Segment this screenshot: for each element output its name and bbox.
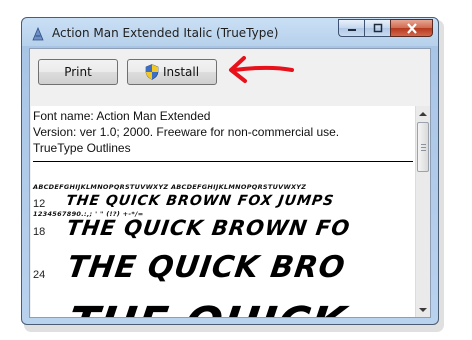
sample-row-24: 24 THE QUICK BRO	[31, 246, 415, 290]
grip-line	[421, 150, 426, 151]
font-file-icon	[32, 27, 44, 41]
chevron-up-icon	[419, 111, 427, 116]
sample-size-label: 24	[33, 269, 46, 281]
sample-text: THE QUICK	[65, 298, 349, 317]
minimize-button[interactable]	[338, 19, 364, 37]
vertical-scrollbar[interactable]	[415, 106, 430, 317]
sample-row-36: THE QUICK	[31, 292, 415, 317]
print-button[interactable]: Print	[38, 59, 118, 85]
toolbar: Print Install	[30, 49, 430, 106]
caption-buttons	[338, 19, 433, 38]
scroll-thumb[interactable]	[417, 122, 429, 172]
outline-type-line: TrueType Outlines	[33, 141, 131, 155]
sample-text: THE QUICK BROWN FO	[65, 216, 352, 240]
maximize-button[interactable]	[364, 19, 390, 37]
client-area: Print Install Font name: Action Man Exte…	[29, 48, 431, 318]
grip-line	[421, 147, 426, 148]
window-title: Action Man Extended Italic (TrueType)	[52, 26, 279, 40]
sample-size-label: 12	[33, 198, 46, 210]
version-line: Version: ver 1.0; 2000. Freeware for non…	[33, 125, 340, 139]
sample-row-18: 18 THE QUICK BROWN FO	[31, 214, 415, 244]
sample-size-label: 18	[33, 226, 46, 238]
install-button[interactable]: Install	[127, 59, 217, 85]
maximize-icon	[373, 23, 382, 33]
print-button-label: Print	[64, 65, 92, 79]
font-name-line: Font name: Action Man Extended	[33, 109, 211, 123]
scroll-down-button[interactable]	[416, 302, 430, 317]
install-button-label: Install	[162, 65, 200, 79]
scroll-up-button[interactable]	[416, 106, 430, 121]
red-arrow-annotation	[229, 56, 294, 83]
title-bar[interactable]: Action Man Extended Italic (TrueType)	[22, 18, 438, 48]
close-icon	[406, 22, 417, 34]
grip-line	[421, 144, 426, 145]
uac-shield-icon	[145, 64, 159, 80]
close-button[interactable]	[390, 19, 433, 37]
sample-text: THE QUICK BRO	[65, 250, 348, 285]
sample-text: THE QUICK BROWN FOX JUMPS	[65, 193, 336, 209]
font-preview-area: Font name: Action Man Extended Version: …	[31, 106, 415, 317]
divider	[33, 161, 413, 162]
font-viewer-window: Action Man Extended Italic (TrueType) Pr…	[21, 17, 439, 325]
chevron-down-icon	[419, 307, 427, 312]
minimize-icon	[347, 29, 356, 31]
font-info: Font name: Action Man Extended Version: …	[33, 108, 339, 156]
